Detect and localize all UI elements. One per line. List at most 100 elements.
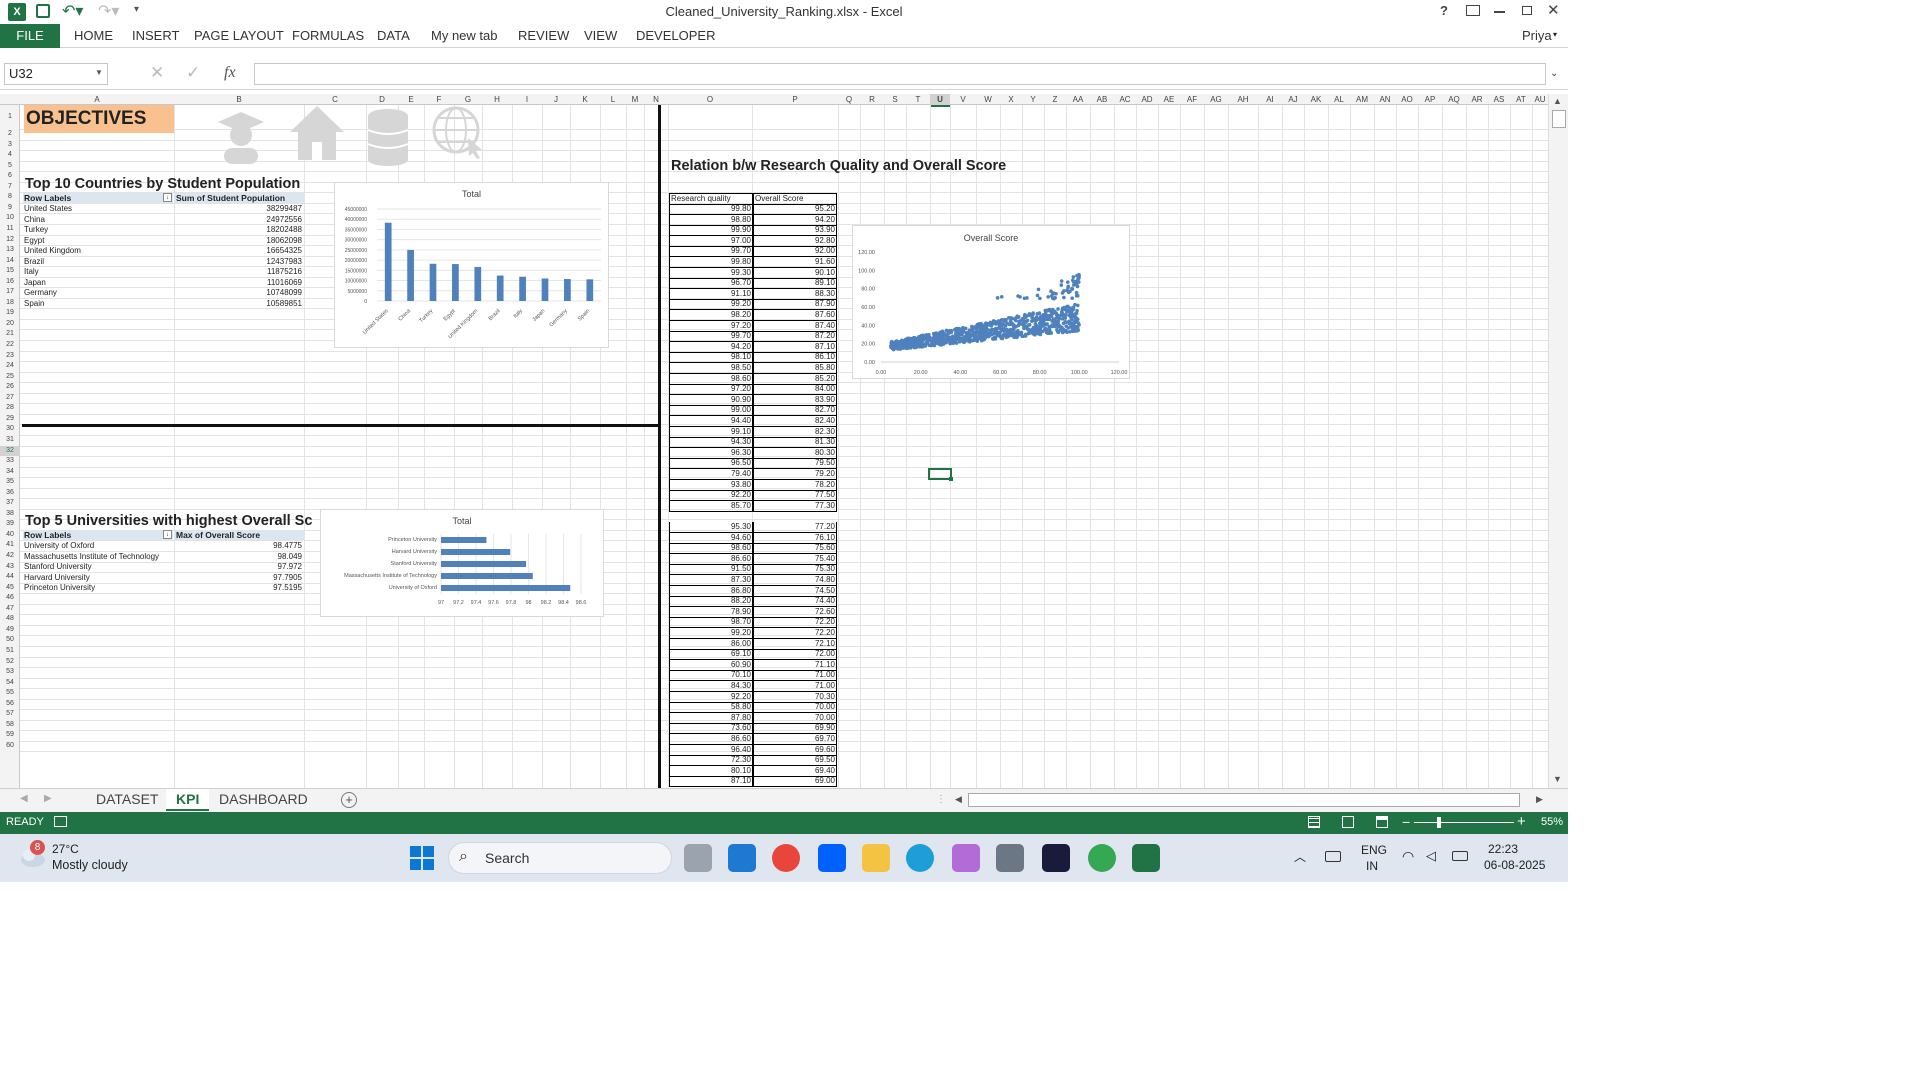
chart-student-population[interactable]: Total 45000000 40000000 35000000 30000000 25… [334, 182, 609, 348]
task-view-icon[interactable] [684, 844, 712, 872]
lang-in[interactable]: IN [1366, 859, 1378, 873]
column-header[interactable]: AF [1180, 94, 1204, 105]
page-layout-view-icon[interactable] [1342, 816, 1354, 828]
tab-my-new-tab[interactable]: My new tab [431, 28, 497, 43]
row-header[interactable]: 29 [0, 414, 20, 425]
ribbon-display-icon[interactable] [1466, 5, 1480, 16]
column-header[interactable]: AU [1532, 94, 1548, 105]
help-icon[interactable]: ? [1440, 3, 1448, 18]
restore-icon[interactable] [1522, 6, 1532, 15]
taskbar-search[interactable]: ⌕ Search [448, 842, 672, 874]
formula-input[interactable] [254, 63, 1546, 85]
row-header[interactable]: 5 [0, 161, 20, 172]
row-header[interactable]: 25 [0, 372, 20, 383]
next-sheet-icon[interactable]: ▶ [44, 793, 52, 804]
row-header[interactable]: 37 [0, 498, 20, 509]
row-header[interactable]: 47 [0, 604, 20, 615]
pivot2-header-labels[interactable]: Row Labels [23, 530, 173, 540]
row-header[interactable]: 8 [0, 192, 20, 203]
column-header[interactable]: AN [1374, 94, 1396, 105]
row-header[interactable]: 51 [0, 646, 20, 657]
sheet-tab-dataset[interactable]: DATASET [96, 789, 159, 811]
row-header[interactable]: 36 [0, 488, 20, 499]
column-header[interactable]: F [424, 94, 454, 105]
column-header[interactable]: AK [1304, 94, 1328, 105]
row-header[interactable]: 11 [0, 224, 20, 235]
chevron-down-icon[interactable]: ▼ [95, 68, 103, 77]
wifi-icon[interactable]: ◠ [1402, 848, 1414, 865]
cancel-icon[interactable]: ✕ [150, 63, 164, 83]
zoom-level[interactable]: 55% [1541, 816, 1563, 828]
copilot-icon[interactable] [952, 844, 980, 872]
row-header[interactable]: 2 [0, 129, 20, 140]
normal-view-icon[interactable] [1308, 816, 1320, 828]
worksheet-grid[interactable]: A B C D E F G H I J K L M N O P Q R S T U V W X Y Z AA AB AC AD AE AF AG… [0, 94, 1548, 788]
excel-taskbar-icon[interactable] [1132, 844, 1160, 872]
column-header[interactable]: D [366, 94, 398, 105]
column-header[interactable]: V [950, 94, 976, 105]
row-header[interactable]: 42 [0, 551, 20, 562]
row-header[interactable]: 9 [0, 203, 20, 214]
tab-review[interactable]: REVIEW [518, 28, 569, 43]
scroll-up-icon[interactable]: ▲ [1553, 96, 1562, 106]
chart-top-universities[interactable]: Total 97 97.2 97.4 97.6 97.8 98 98.2 98.4 98.6 Pr… [320, 509, 604, 617]
chrome-icon[interactable] [772, 844, 800, 872]
column-header[interactable]: AL [1328, 94, 1350, 105]
clock-date[interactable]: 06-08-2025 [1484, 858, 1545, 872]
row-header[interactable]: 13 [0, 245, 20, 256]
row-header[interactable]: 10 [0, 213, 20, 224]
row-header[interactable]: 31 [0, 435, 20, 446]
file-explorer-icon[interactable] [862, 844, 890, 872]
row-header[interactable]: 39 [0, 519, 20, 530]
row-header[interactable]: 17 [0, 287, 20, 298]
column-header[interactable]: X [1000, 94, 1022, 105]
row-header[interactable]: 48 [0, 614, 20, 625]
add-sheet-icon[interactable]: + [341, 792, 357, 808]
column-header[interactable]: AR [1466, 94, 1488, 105]
fill-handle[interactable] [949, 477, 953, 481]
expand-formula-icon[interactable]: ⌄ [1550, 68, 1558, 79]
horizontal-scrollbar[interactable] [968, 793, 1520, 807]
zoom-in-icon[interactable]: + [1517, 813, 1526, 830]
row-header[interactable]: 34 [0, 467, 20, 478]
minimize-icon[interactable] [1494, 11, 1505, 13]
column-header[interactable]: AC [1114, 94, 1136, 105]
column-header[interactable]: AS [1488, 94, 1510, 105]
row-header[interactable]: 45 [0, 583, 20, 594]
row-header[interactable]: 44 [0, 572, 20, 583]
scroll-left-icon[interactable]: ◀ [955, 794, 962, 805]
scroll-right-icon[interactable]: ▶ [1536, 794, 1543, 805]
column-header[interactable]: AT [1510, 94, 1532, 105]
zoom-slider[interactable] [1414, 822, 1514, 823]
row-header[interactable]: 24 [0, 361, 20, 372]
row-header[interactable]: 58 [0, 720, 20, 731]
column-header[interactable]: AB [1090, 94, 1114, 105]
close-icon[interactable]: ✕ [1547, 1, 1560, 19]
row-header[interactable]: 15 [0, 266, 20, 277]
column-header[interactable]: T [906, 94, 930, 105]
page-break-view-icon[interactable] [1376, 816, 1388, 828]
row-header[interactable]: 28 [0, 403, 20, 414]
column-header[interactable]: AH [1228, 94, 1258, 105]
row-header[interactable]: 33 [0, 456, 20, 467]
user-name[interactable]: Priya [1522, 28, 1552, 43]
clock-time[interactable]: 22:23 [1488, 842, 1518, 856]
column-header[interactable]: AD [1136, 94, 1158, 105]
row-header[interactable]: 30 [0, 424, 20, 435]
sheet-tab-dashboard[interactable]: DASHBOARD [219, 789, 308, 811]
row-header[interactable]: 43 [0, 562, 20, 573]
row-header[interactable]: 16 [0, 277, 20, 288]
column-header[interactable]: W [976, 94, 1000, 105]
row-header[interactable]: 55 [0, 688, 20, 699]
column-header[interactable]: AI [1258, 94, 1282, 105]
keyboard-icon[interactable] [1325, 851, 1341, 862]
column-header[interactable]: J [542, 94, 570, 105]
tab-split-handle[interactable]: ⋮ [936, 794, 946, 805]
row-header[interactable]: 6 [0, 171, 20, 182]
row-header[interactable]: 19 [0, 308, 20, 319]
column-header[interactable]: R [860, 94, 884, 105]
macro-record-icon[interactable] [54, 816, 67, 827]
chart-scatter-overall-score[interactable]: Overall Score 120.00 100.00 80.00 60.00 40.0… [852, 225, 1130, 379]
tab-home[interactable]: HOME [74, 28, 113, 43]
column-header[interactable]: P [752, 94, 838, 105]
